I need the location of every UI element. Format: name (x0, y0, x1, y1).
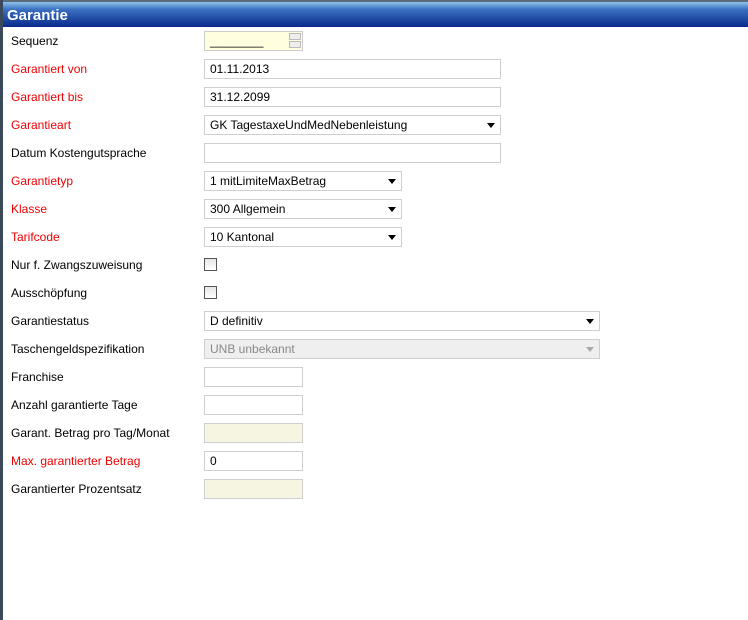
value-garantieart: GK TagestaxeUndMedNebenleistung (210, 118, 408, 132)
spin-up-button[interactable] (289, 33, 301, 40)
row-nur-f-zwangszuweisung: Nur f. Zwangszuweisung (8, 255, 748, 275)
input-anzahl-garantierte-tage[interactable] (204, 395, 303, 415)
spin-down-button[interactable] (289, 41, 301, 48)
value-taschengeldspezifikation: UNB unbekannt (210, 342, 295, 356)
checkbox-aussch-pfung[interactable] (204, 286, 217, 299)
row-max-garantierter-betrag: Max. garantierter Betrag 0 (8, 451, 748, 471)
checkbox-nur-f-zwangszuweisung[interactable] (204, 258, 217, 271)
value-garantiert-von: 01.11.2013 (210, 62, 270, 76)
garantie-panel: Garantie Sequenz ________ Garantiert von 01… (0, 0, 748, 620)
input-garantiert-bis[interactable]: 31.12.2099 (204, 87, 501, 107)
label-garant-betrag-pro-tag-monat: Garant. Betrag pro Tag/Monat (11, 426, 170, 440)
row-garantiert-von: Garantiert von 01.11.2013 (8, 59, 748, 79)
select-klasse[interactable]: 300 Allgemein (204, 199, 402, 219)
chevron-down-icon (586, 347, 594, 352)
select-garantieart[interactable]: GK TagestaxeUndMedNebenleistung (204, 115, 501, 135)
value-sequenz: ________ (210, 34, 264, 48)
label-franchise: Franchise (11, 370, 64, 384)
label-klasse: Klasse (11, 202, 48, 216)
row-sequenz: Sequenz ________ (8, 31, 748, 51)
row-tarifcode: Tarifcode 10 Kantonal (8, 227, 748, 247)
value-garantiert-bis: 31.12.2099 (210, 90, 271, 104)
value-garantiestatus: D definitiv (210, 314, 263, 328)
panel-title: Garantie (3, 0, 748, 27)
row-taschengeldspezifikation: Taschengeldspezifikation UNB unbekannt (8, 339, 748, 359)
row-garantietyp: Garantietyp 1 mitLimiteMaxBetrag (8, 171, 748, 191)
select-taschengeldspezifikation: UNB unbekannt (204, 339, 600, 359)
input-garant-betrag-pro-tag-monat (204, 423, 303, 443)
row-garant-betrag-pro-tag-monat: Garant. Betrag pro Tag/Monat (8, 423, 748, 443)
row-garantiestatus: Garantiestatus D definitiv (8, 311, 748, 331)
chevron-down-icon (388, 235, 396, 240)
row-aussch-pfung: Ausschöpfung (8, 283, 748, 303)
value-max-garantierter-betrag: 0 (210, 454, 217, 468)
row-klasse: Klasse 300 Allgemein (8, 199, 748, 219)
row-garantiert-bis: Garantiert bis 31.12.2099 (8, 87, 748, 107)
chevron-down-icon (388, 179, 396, 184)
value-tarifcode: 10 Kantonal (210, 230, 275, 244)
label-anzahl-garantierte-tage: Anzahl garantierte Tage (11, 398, 138, 412)
label-aussch-pfung: Ausschöpfung (11, 286, 88, 300)
chevron-down-icon (487, 123, 495, 128)
label-tarifcode: Tarifcode (11, 230, 60, 244)
row-garantierter-prozentsatz: Garantierter Prozentsatz (8, 479, 748, 499)
row-garantieart: Garantieart GK TagestaxeUndMedNebenleistu… (8, 115, 748, 135)
input-franchise[interactable] (204, 367, 303, 387)
chevron-down-icon (388, 207, 396, 212)
label-garantiert-von: Garantiert von (11, 62, 88, 76)
row-datum-kostengutsprache: Datum Kostengutsprache (8, 143, 748, 163)
label-garantieart: Garantieart (11, 118, 72, 132)
label-taschengeldspezifikation: Taschengeldspezifikation (11, 342, 145, 356)
select-tarifcode[interactable]: 10 Kantonal (204, 227, 402, 247)
value-garantietyp: 1 mitLimiteMaxBetrag (210, 174, 327, 188)
row-anzahl-garantierte-tage: Anzahl garantierte Tage (8, 395, 748, 415)
label-datum-kostengutsprache: Datum Kostengutsprache (11, 146, 147, 160)
label-max-garantierter-betrag: Max. garantierter Betrag (11, 454, 141, 468)
select-garantiestatus[interactable]: D definitiv (204, 311, 600, 331)
input-datum-kostengutsprache[interactable] (204, 143, 501, 163)
chevron-down-icon (586, 319, 594, 324)
input-garantiert-von[interactable]: 01.11.2013 (204, 59, 501, 79)
label-garantiert-bis: Garantiert bis (11, 90, 84, 104)
label-garantietyp: Garantietyp (11, 174, 74, 188)
label-sequenz: Sequenz (11, 34, 59, 48)
input-garantierter-prozentsatz (204, 479, 303, 499)
input-sequenz[interactable]: ________ (204, 31, 303, 51)
row-franchise: Franchise (8, 367, 748, 387)
label-garantiestatus: Garantiestatus (11, 314, 90, 328)
label-garantierter-prozentsatz: Garantierter Prozentsatz (11, 482, 142, 496)
label-nur-f-zwangszuweisung: Nur f. Zwangszuweisung (11, 258, 143, 272)
select-garantietyp[interactable]: 1 mitLimiteMaxBetrag (204, 171, 402, 191)
value-klasse: 300 Allgemein (210, 202, 286, 216)
input-max-garantierter-betrag[interactable]: 0 (204, 451, 303, 471)
